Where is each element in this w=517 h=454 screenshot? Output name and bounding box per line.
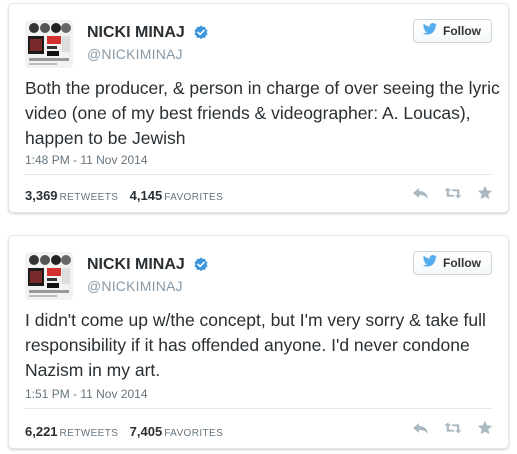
retweet-count[interactable]: 3,369 xyxy=(25,188,58,203)
timestamp[interactable]: 1:48 PM - 11 Nov 2014 xyxy=(25,153,148,167)
avatar-image xyxy=(25,252,73,300)
tweet-actions xyxy=(412,420,494,436)
display-name[interactable]: NICKI MINAJ xyxy=(87,256,185,274)
tweet-actions xyxy=(412,185,494,201)
retweets-label: RETWEETS xyxy=(59,192,119,203)
display-name[interactable]: NICKI MINAJ xyxy=(87,24,185,42)
follow-label: Follow xyxy=(443,256,481,270)
reply-icon[interactable] xyxy=(412,420,430,436)
retweet-icon[interactable] xyxy=(444,420,462,436)
verified-badge-icon xyxy=(193,257,209,273)
star-icon[interactable] xyxy=(476,420,494,436)
avatar[interactable] xyxy=(25,20,73,68)
favorite-count[interactable]: 7,405 xyxy=(130,424,163,439)
handle[interactable]: @NICKIMINAJ xyxy=(87,278,209,294)
divider xyxy=(25,174,492,175)
favorite-count[interactable]: 4,145 xyxy=(130,188,163,203)
tweet-stats: 6,221 RETWEETS 7,405 FAVORITES xyxy=(25,424,231,439)
reply-icon[interactable] xyxy=(412,185,430,201)
retweet-icon[interactable] xyxy=(444,185,462,201)
tweet-card: NICKI MINAJ @NICKIMINAJ Follow Both the … xyxy=(8,3,509,213)
favorites-label: FAVORITES xyxy=(164,428,224,439)
verified-badge-icon xyxy=(193,25,209,41)
handle[interactable]: @NICKIMINAJ xyxy=(87,46,209,62)
timestamp[interactable]: 1:51 PM - 11 Nov 2014 xyxy=(25,387,148,401)
star-icon[interactable] xyxy=(476,185,494,201)
twitter-bird-icon xyxy=(422,255,438,271)
tweet-text: I didn't come up w/the concept, but I'm … xyxy=(25,310,486,380)
twitter-bird-icon xyxy=(422,23,438,39)
divider xyxy=(25,408,492,409)
follow-button[interactable]: Follow xyxy=(413,251,492,275)
retweets-label: RETWEETS xyxy=(59,428,119,439)
tweet-stats: 3,369 RETWEETS 4,145 FAVORITES xyxy=(25,188,231,203)
tweet-card: NICKI MINAJ @NICKIMINAJ Follow I didn't … xyxy=(8,235,509,449)
favorites-label: FAVORITES xyxy=(164,192,224,203)
avatar-image xyxy=(25,20,73,68)
retweet-count[interactable]: 6,221 xyxy=(25,424,58,439)
tweet-text: Both the producer, & person in charge of… xyxy=(25,78,500,148)
follow-label: Follow xyxy=(443,24,481,38)
avatar[interactable] xyxy=(25,252,73,300)
follow-button[interactable]: Follow xyxy=(413,19,492,43)
